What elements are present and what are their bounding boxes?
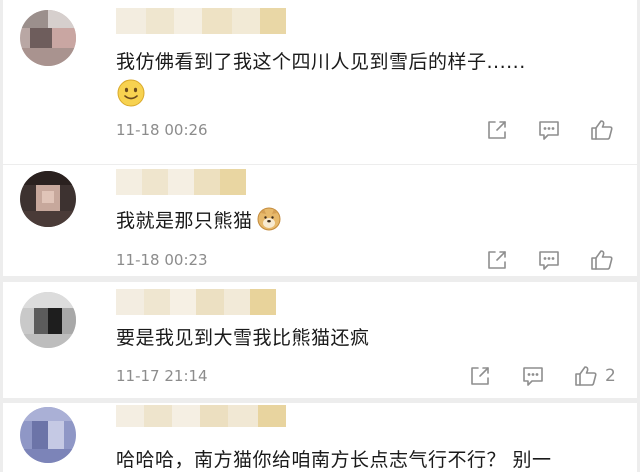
- avatar[interactable]: [20, 10, 76, 66]
- avatar[interactable]: [20, 292, 76, 348]
- comment-card: 我就是那只熊猫 11-18 00:23: [3, 165, 637, 276]
- comment-bubble-icon[interactable]: [536, 247, 562, 273]
- username-pixelated[interactable]: [116, 169, 246, 195]
- comment-text: 我就是那只熊猫: [116, 206, 281, 233]
- username-pixelated[interactable]: [116, 289, 276, 315]
- share-out-icon[interactable]: [484, 117, 510, 143]
- comment-text: 我仿佛看到了我这个四川人见到雪后的样子......: [116, 51, 526, 73]
- comment-text: 哈哈哈，南方猫你给咱南方长点志气行不行？ 别一: [116, 449, 552, 471]
- comment-time: 11-18 00:26: [116, 121, 208, 139]
- thumbs-up-icon[interactable]: [589, 247, 615, 273]
- comment-time: 11-17 21:14: [116, 367, 208, 385]
- avatar[interactable]: [20, 171, 76, 227]
- comment-card: 哈哈哈，南方猫你给咱南方长点志气行不行？ 别一: [3, 403, 637, 472]
- comment-bubble-icon[interactable]: [536, 117, 562, 143]
- share-out-icon[interactable]: [484, 247, 510, 273]
- thumbs-up-icon[interactable]: [573, 363, 599, 389]
- thumbs-up-icon[interactable]: [589, 117, 615, 143]
- doge-face-icon: [257, 207, 281, 231]
- comment-time: 11-18 00:23: [116, 251, 208, 269]
- comment-card: 我仿佛看到了我这个四川人见到雪后的样子...... 11-18 00:26: [3, 0, 637, 164]
- slightly-smiling-face-icon: [117, 79, 145, 107]
- avatar[interactable]: [20, 407, 76, 463]
- comment-text: 要是我见到大雪我比熊猫还疯: [116, 327, 370, 349]
- username-pixelated[interactable]: [116, 8, 296, 34]
- username-pixelated[interactable]: [116, 405, 286, 427]
- share-out-icon[interactable]: [467, 363, 493, 389]
- like-count: 2: [605, 366, 616, 386]
- comment-text-content: 我就是那只熊猫: [116, 210, 253, 232]
- comment-card: 要是我见到大雪我比熊猫还疯 11-17 21:14 2: [3, 282, 637, 398]
- comment-bubble-icon[interactable]: [520, 363, 546, 389]
